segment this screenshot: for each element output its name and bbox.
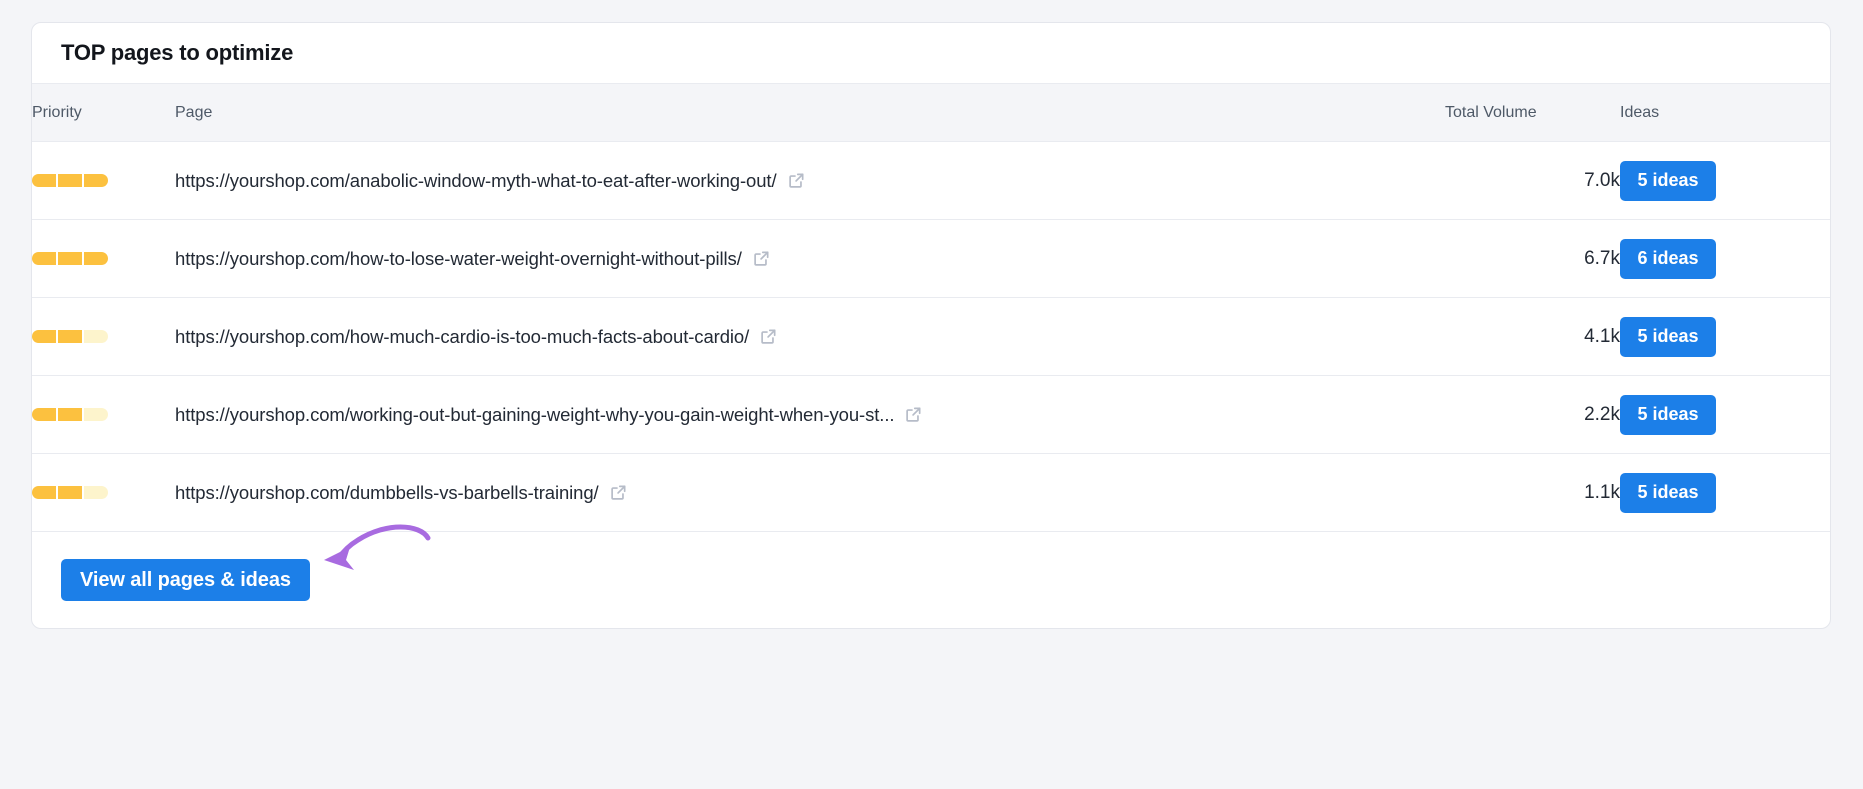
column-header-ideas[interactable]: Ideas [1620, 84, 1830, 142]
page-cell: https://yourshop.com/dumbbells-vs-barbel… [175, 454, 1445, 532]
total-volume-value: 1.1k [1584, 481, 1620, 503]
page-link[interactable]: https://yourshop.com/how-to-lose-water-w… [175, 248, 1445, 270]
page-cell: https://yourshop.com/how-to-lose-water-w… [175, 220, 1445, 298]
page-url-text: https://yourshop.com/dumbbells-vs-barbel… [175, 481, 599, 503]
ideas-badge[interactable]: 5 ideas [1620, 472, 1716, 513]
priority-segment [58, 252, 82, 265]
total-volume-value: 2.2k [1584, 403, 1620, 425]
ideas-badge[interactable]: 5 ideas [1620, 394, 1716, 435]
card-footer: View all pages & ideas [32, 532, 1830, 628]
priority-bar [32, 486, 108, 499]
priority-segment [84, 408, 108, 421]
page-link[interactable]: https://yourshop.com/dumbbells-vs-barbel… [175, 482, 1445, 504]
ideas-cell: 5 ideas [1620, 376, 1830, 454]
priority-segment [32, 330, 56, 343]
priority-cell [32, 454, 175, 532]
page-cell: https://yourshop.com/anabolic-window-myt… [175, 142, 1445, 220]
column-header-priority[interactable]: Priority [32, 84, 175, 142]
ideas-badge[interactable]: 6 ideas [1620, 238, 1716, 279]
external-link-icon[interactable] [753, 250, 770, 267]
table-row: https://yourshop.com/how-to-lose-water-w… [32, 220, 1830, 298]
total-volume-value: 6.7k [1584, 247, 1620, 269]
priority-segment [58, 486, 82, 499]
priority-segment [84, 174, 108, 187]
page-title: TOP pages to optimize [61, 40, 294, 65]
priority-segment [84, 486, 108, 499]
page-url-text: https://yourshop.com/how-much-cardio-is-… [175, 325, 750, 347]
table-body: https://yourshop.com/anabolic-window-myt… [32, 142, 1830, 532]
page-link[interactable]: https://yourshop.com/working-out-but-gai… [175, 404, 1445, 426]
priority-segment [32, 252, 56, 265]
priority-bar [32, 330, 108, 343]
priority-segment [58, 408, 82, 421]
page-cell: https://yourshop.com/working-out-but-gai… [175, 376, 1445, 454]
priority-segment [84, 252, 108, 265]
external-link-icon[interactable] [610, 484, 627, 501]
external-link-icon[interactable] [788, 172, 805, 189]
ideas-badge[interactable]: 5 ideas [1620, 316, 1716, 357]
page-url-text: https://yourshop.com/working-out-but-gai… [175, 403, 895, 425]
view-all-pages-and-ideas-button[interactable]: View all pages & ideas [61, 559, 310, 601]
page-link[interactable]: https://yourshop.com/how-much-cardio-is-… [175, 326, 1445, 348]
priority-cell [32, 142, 175, 220]
priority-cell [32, 376, 175, 454]
ideas-cell: 6 ideas [1620, 220, 1830, 298]
priority-bar [32, 252, 108, 265]
table-row: https://yourshop.com/how-much-cardio-is-… [32, 298, 1830, 376]
priority-segment [84, 330, 108, 343]
page-url-text: https://yourshop.com/how-to-lose-water-w… [175, 247, 742, 269]
priority-bar [32, 408, 108, 421]
priority-cell [32, 220, 175, 298]
priority-segment [58, 174, 82, 187]
table-header: Priority Page Total Volume Ideas [32, 84, 1830, 142]
external-link-icon[interactable] [760, 328, 777, 345]
top-pages-card: TOP pages to optimize Priority Page Tota… [31, 22, 1831, 629]
priority-cell [32, 298, 175, 376]
priority-segment [58, 330, 82, 343]
table-header-row: Priority Page Total Volume Ideas [32, 84, 1830, 142]
page-cell: https://yourshop.com/how-much-cardio-is-… [175, 298, 1445, 376]
page-link[interactable]: https://yourshop.com/anabolic-window-myt… [175, 170, 1445, 192]
card-header: TOP pages to optimize [32, 23, 1830, 84]
ideas-cell: 5 ideas [1620, 142, 1830, 220]
table-row: https://yourshop.com/dumbbells-vs-barbel… [32, 454, 1830, 532]
priority-bar [32, 174, 108, 187]
top-pages-table: Priority Page Total Volume Ideas https:/… [32, 84, 1830, 532]
column-header-total-volume[interactable]: Total Volume [1445, 84, 1620, 142]
total-volume-value: 4.1k [1584, 325, 1620, 347]
table-row: https://yourshop.com/working-out-but-gai… [32, 376, 1830, 454]
column-header-page[interactable]: Page [175, 84, 1445, 142]
page-url-text: https://yourshop.com/anabolic-window-myt… [175, 169, 777, 191]
ideas-cell: 5 ideas [1620, 454, 1830, 532]
ideas-cell: 5 ideas [1620, 298, 1830, 376]
priority-segment [32, 174, 56, 187]
table-row: https://yourshop.com/anabolic-window-myt… [32, 142, 1830, 220]
priority-segment [32, 486, 56, 499]
priority-segment [32, 408, 56, 421]
total-volume-value: 7.0k [1584, 169, 1620, 191]
external-link-icon[interactable] [905, 406, 922, 423]
page-root: TOP pages to optimize Priority Page Tota… [0, 0, 1863, 789]
ideas-badge[interactable]: 5 ideas [1620, 160, 1716, 201]
